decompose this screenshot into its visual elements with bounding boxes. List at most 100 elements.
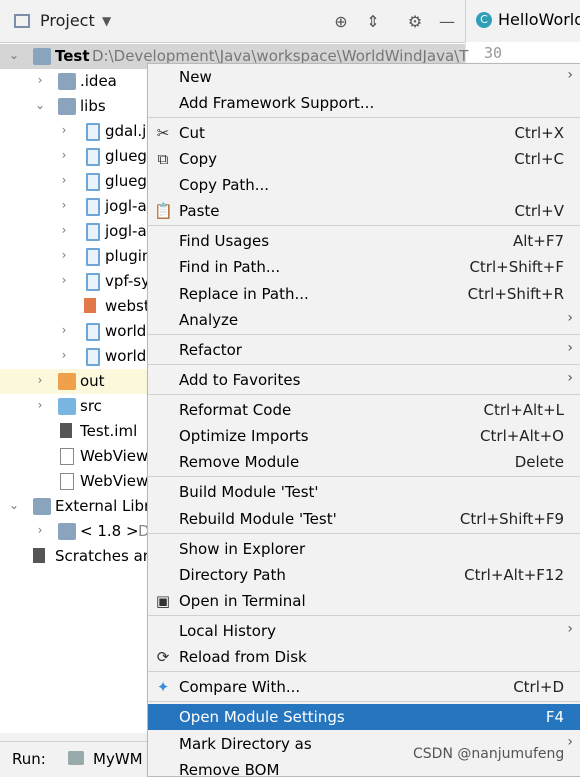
menu-item-label: Refactor [179,341,242,359]
menu-item-analyze[interactable]: Analyze › [148,307,580,333]
menu-item-directory-path[interactable]: Directory Path Ctrl+Alt+F12 [148,562,580,588]
file-icon [60,473,74,490]
class-icon: C [476,12,492,28]
menu-separator [148,615,580,616]
menu-item-optimize-imports[interactable]: Optimize Imports Ctrl+Alt+O [148,423,580,449]
menu-item-open-in-terminal[interactable]: ▣ Open in Terminal [148,588,580,614]
chevron-down-icon[interactable]: ▼ [102,14,111,28]
tree-item-label: out [80,372,105,390]
menu-item-refactor[interactable]: Refactor › [148,337,580,363]
menu-item-add-framework-support[interactable]: Add Framework Support... [148,90,580,116]
menu-item-copy[interactable]: ⧉ Copy Ctrl+C [148,146,580,172]
folder-icon [58,98,76,115]
collapse-arrow-icon[interactable]: › [57,148,71,164]
collapse-arrow-icon[interactable]: › [57,223,71,239]
menu-item-replace-in-path[interactable]: Replace in Path... Ctrl+Shift+R [148,281,580,307]
expand-arrow-icon[interactable]: ⌄ [7,498,21,514]
menu-item-copy-path[interactable]: Copy Path... [148,172,580,198]
collapse-arrow-icon[interactable]: › [57,173,71,189]
collapse-arrow-icon[interactable]: › [33,523,47,539]
submenu-arrow-icon: › [567,310,573,326]
tree-item-label: External Libra [55,497,160,515]
run-config-tab[interactable]: MyWM [93,750,143,768]
menu-item-label: Mark Directory as [179,735,312,753]
menu-item-cut[interactable]: ✂ Cut Ctrl+X [148,120,580,146]
menu-item-shortcut: Ctrl+V [514,202,564,220]
menu-item-remove-module[interactable]: Remove Module Delete [148,449,580,475]
jar-icon [86,148,100,166]
menu-item-local-history[interactable]: Local History › [148,618,580,644]
file-icon [84,298,96,313]
collapse-arrow-icon[interactable]: › [33,73,47,89]
tree-item-label: vpf-sy [105,272,150,290]
menu-item-label: Open in Terminal [179,592,306,610]
collapse-arrow-icon[interactable]: › [33,398,47,414]
menu-item-label: Optimize Imports [179,427,309,445]
menu-item-reload-from-disk[interactable]: ⟳ Reload from Disk [148,644,580,670]
menu-item-show-in-explorer[interactable]: Show in Explorer [148,536,580,562]
project-view-icon [14,14,30,28]
line-number: 30 [484,44,503,62]
target-icon[interactable]: ⊕ [330,10,352,32]
jar-icon [86,223,100,241]
menu-item-compare-with[interactable]: ✦ Compare With... Ctrl+D [148,674,580,700]
menu-item-rebuild-module-test[interactable]: Rebuild Module 'Test' Ctrl+Shift+F9 [148,506,580,532]
menu-item-shortcut: Ctrl+D [513,678,564,696]
menu-item-label: Replace in Path... [179,285,309,303]
jar-icon [86,173,100,191]
tree-root-name: Test [55,47,90,65]
editor-tab-bar: C HelloWorld [465,0,580,43]
menu-item-shortcut: Ctrl+C [514,150,564,168]
menu-separator [148,533,580,534]
tree-item-label: plugin [105,247,152,265]
project-toolbar: Project ▼ ⊕ ⇕ ⚙ — [0,0,465,43]
collapse-arrow-icon[interactable]: › [57,198,71,214]
watermark: CSDN @nanjumufeng [413,746,565,762]
run-config-icon [68,751,84,765]
tree-item-label: < 1.8 > [80,522,139,540]
menu-separator [148,394,580,395]
submenu-arrow-icon: › [567,621,573,637]
file-icon [60,448,74,465]
tree-item-label: webst [105,297,150,315]
menu-item-new[interactable]: New › [148,64,580,90]
run-label: Run: [12,750,46,768]
expand-arrow-icon[interactable]: ⌄ [33,98,47,114]
menu-item-build-module-test[interactable]: Build Module 'Test' [148,479,580,505]
folder-icon [58,398,76,415]
collapse-arrow-icon[interactable]: › [57,123,71,139]
tree-item-label: jogl-a [105,197,147,215]
menu-item-paste[interactable]: 📋 Paste Ctrl+V [148,198,580,224]
menu-item-label: Find in Path... [179,258,281,276]
menu-item-shortcut: Ctrl+Shift+R [467,285,564,303]
menu-item-label: Copy Path... [179,176,270,194]
menu-item-open-module-settings[interactable]: Open Module Settings F4 [148,704,580,730]
menu-item-shortcut: Ctrl+Alt+O [480,427,564,445]
editor-tab-label: HelloWorld [498,10,580,29]
menu-item-label: Paste [179,202,220,220]
collapse-arrow-icon[interactable]: › [57,273,71,289]
editor-tab[interactable]: C HelloWorld [476,8,580,34]
tree-item-label: src [80,397,102,415]
menu-item-shortcut: Ctrl+X [514,124,564,142]
folder-icon [33,498,51,515]
collapse-icon[interactable]: ⇕ [362,10,384,32]
jar-icon [86,273,100,291]
menu-item-reformat-code[interactable]: Reformat Code Ctrl+Alt+L [148,397,580,423]
terminal-icon: ▣ [155,592,171,610]
submenu-arrow-icon: › [567,67,573,83]
menu-item-find-in-path[interactable]: Find in Path... Ctrl+Shift+F [148,254,580,280]
gear-icon[interactable]: ⚙ [404,10,426,32]
module-folder-icon [33,48,51,65]
collapse-arrow-icon[interactable]: › [33,373,47,389]
collapse-arrow-icon[interactable]: › [57,248,71,264]
menu-separator [148,701,580,702]
minimize-icon[interactable]: — [436,10,458,32]
menu-item-find-usages[interactable]: Find Usages Alt+F7 [148,228,580,254]
menu-item-add-to-favorites[interactable]: Add to Favorites › [148,367,580,393]
expand-arrow-icon[interactable]: ⌄ [7,48,21,64]
menu-item-shortcut: F4 [545,708,564,726]
collapse-arrow-icon[interactable]: › [57,348,71,364]
project-view-label[interactable]: Project [40,11,95,30]
collapse-arrow-icon[interactable]: › [57,323,71,339]
